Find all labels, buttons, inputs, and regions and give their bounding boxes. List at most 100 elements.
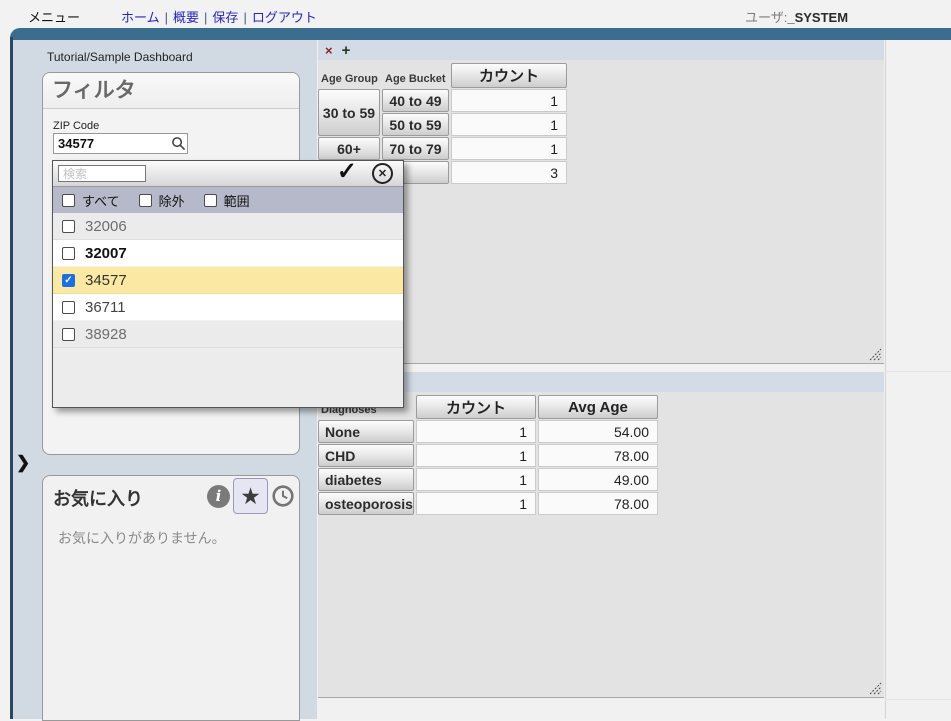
zip-code-input[interactable]: [53, 133, 188, 154]
exclude-label: 除外: [159, 191, 185, 210]
item-label: 38928: [85, 326, 127, 343]
value-cell: 3: [451, 161, 567, 184]
item-checkbox-checked[interactable]: ✓: [62, 274, 75, 287]
canvas-grid-line: [885, 40, 886, 719]
window-title-bar: [10, 28, 951, 40]
value-cell: 1: [416, 468, 536, 491]
list-item[interactable]: 38928: [53, 321, 403, 348]
dashboard-canvas: × + Age Group Age Bucket カウント 30 to 59 4…: [317, 40, 951, 719]
widget-resize-handle[interactable]: [869, 348, 882, 361]
item-checkbox[interactable]: [62, 328, 75, 341]
diagnoses-pivot-widget: Diagnoses カウント Avg Age None 1 54.00 CHD …: [318, 372, 884, 698]
zip-filter-popup: ✓ ✕ すべて 除外 範囲 32006 32007 ✓: [52, 160, 404, 408]
item-label: 32007: [85, 245, 127, 262]
column-header-age-group: Age Group: [318, 63, 380, 88]
all-checkbox[interactable]: [62, 194, 75, 207]
option-exclude[interactable]: 除外: [139, 191, 185, 210]
value-cell: 1: [451, 89, 567, 112]
check-glyph: ✓: [64, 275, 72, 286]
item-label: 32006: [85, 218, 127, 235]
item-checkbox[interactable]: [62, 220, 75, 233]
top-nav-links: ホーム | 概要 | 保存 | ログアウト: [121, 7, 317, 26]
link-separator: |: [243, 10, 246, 25]
option-range[interactable]: 範囲: [204, 191, 250, 210]
value-cell: 49.00: [538, 468, 658, 491]
column-header-avg-age[interactable]: Avg Age: [538, 395, 658, 419]
user-name: _SYSTEM: [787, 10, 848, 25]
favorites-header: お気に入り i ★: [43, 476, 299, 516]
value-cell: 1: [416, 444, 536, 467]
canvas-grid-line: [885, 699, 951, 700]
favorites-title: お気に入り: [53, 485, 143, 511]
row-header-cell[interactable]: osteoporosis: [318, 492, 414, 515]
favorites-empty-message: お気に入りがありません。: [58, 528, 226, 548]
row-header-cell[interactable]: CHD: [318, 444, 414, 467]
list-item-selected[interactable]: ✓ 34577: [53, 267, 403, 294]
widget-resize-handle[interactable]: [869, 682, 882, 695]
row-header-cell[interactable]: diabetes: [318, 468, 414, 491]
range-label: 範囲: [224, 191, 250, 210]
favorites-toolbar: i ★: [207, 478, 295, 514]
top-menu-bar: メニュー ホーム | 概要 | 保存 | ログアウト ユーザ:_SYSTEM: [0, 0, 951, 28]
list-item[interactable]: 36711: [53, 294, 403, 321]
favorites-panel: お気に入り i ★ お気に入りがありません。: [42, 475, 300, 721]
value-cell: 1: [416, 420, 536, 443]
star-icon: ★: [240, 483, 261, 510]
value-cell: 54.00: [538, 420, 658, 443]
row-header-cell[interactable]: 30 to 59: [318, 89, 380, 136]
info-icon[interactable]: i: [207, 485, 230, 508]
item-label: 36711: [85, 299, 126, 316]
dashboard-page: メニュー ホーム | 概要 | 保存 | ログアウト ユーザ:_SYSTEM Tutoria…: [0, 0, 951, 719]
value-cell: 78.00: [538, 444, 658, 467]
item-label: 34577: [85, 272, 127, 289]
diagnoses-pivot-table: Diagnoses カウント Avg Age None 1 54.00 CHD …: [318, 395, 658, 515]
popup-toolbar: ✓ ✕: [53, 161, 403, 187]
save-link[interactable]: 保存: [212, 10, 238, 25]
item-checkbox[interactable]: [62, 247, 75, 260]
sidebar-collapse-chevron-icon[interactable]: ❯: [16, 453, 30, 473]
value-cell: 78.00: [538, 492, 658, 515]
favorites-star-button[interactable]: ★: [233, 478, 268, 514]
apply-checkmark-icon[interactable]: ✓: [337, 157, 357, 186]
zip-code-field-wrap: [53, 133, 188, 154]
home-link[interactable]: ホーム: [121, 10, 160, 25]
range-checkbox[interactable]: [204, 194, 217, 207]
column-header-count[interactable]: カウント: [416, 395, 536, 419]
search-icon[interactable]: [171, 136, 186, 151]
all-label: すべて: [82, 191, 120, 210]
column-header-age-bucket: Age Bucket: [382, 63, 449, 88]
dashboard-title: Tutorial/Sample Dashboard: [47, 50, 193, 64]
filter-panel-title: フィルタ: [43, 73, 299, 109]
overview-link[interactable]: 概要: [173, 10, 199, 25]
value-cell: 1: [451, 113, 567, 136]
list-item[interactable]: 32006: [53, 213, 403, 240]
value-cell: 1: [416, 492, 536, 515]
zip-code-label: ZIP Code: [53, 120, 99, 132]
item-checkbox[interactable]: [62, 301, 75, 314]
row-header-cell[interactable]: 50 to 59: [382, 113, 449, 136]
link-separator: |: [165, 10, 168, 25]
row-header-cell[interactable]: None: [318, 420, 414, 443]
widget-body: Diagnoses カウント Avg Age None 1 54.00 CHD …: [318, 392, 884, 698]
value-cell: 1: [451, 137, 567, 160]
close-icon[interactable]: ✕: [372, 163, 393, 184]
close-x-glyph: ✕: [378, 167, 387, 180]
row-header-cell[interactable]: 40 to 49: [382, 89, 449, 112]
row-header-cell[interactable]: 70 to 79: [382, 137, 449, 160]
user-info: ユーザ:_SYSTEM: [745, 7, 848, 26]
menu-button[interactable]: メニュー: [28, 7, 80, 26]
exclude-checkbox[interactable]: [139, 194, 152, 207]
canvas-grid-line: [885, 371, 951, 372]
logout-link[interactable]: ログアウト: [252, 10, 317, 25]
recent-clock-icon[interactable]: [271, 484, 295, 508]
widget-toolbar: × +: [318, 40, 884, 60]
remove-widget-icon[interactable]: ×: [325, 44, 333, 57]
link-separator: |: [204, 10, 207, 25]
add-widget-icon[interactable]: +: [342, 43, 351, 58]
user-label: ユーザ:: [745, 10, 787, 25]
popup-search-input[interactable]: [58, 165, 146, 182]
list-item[interactable]: 32007: [53, 240, 403, 267]
option-all[interactable]: すべて: [62, 191, 120, 210]
column-header-count[interactable]: カウント: [451, 63, 567, 88]
popup-filter-options: すべて 除外 範囲: [53, 187, 403, 213]
